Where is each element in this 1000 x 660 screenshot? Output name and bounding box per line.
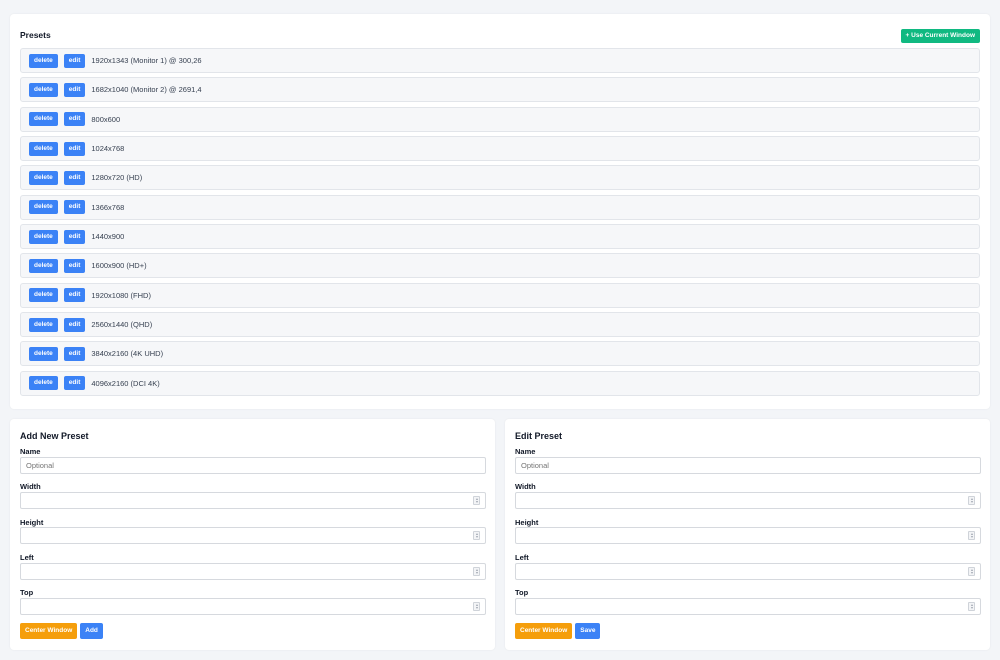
- add-left-spinner[interactable]: [473, 567, 480, 576]
- edit-height-label: Height: [515, 518, 539, 527]
- presets-title: Presets: [20, 30, 51, 40]
- preset-delete-button[interactable]: delete: [29, 346, 58, 361]
- preset-label: 1920x1343 (Monitor 1) @ 300,26: [91, 56, 202, 65]
- preset-delete-button[interactable]: delete: [29, 317, 58, 332]
- edit-preset-panel: Edit Preset Name Width Height Left Top C…: [505, 419, 990, 650]
- add-preset-button[interactable]: Add: [80, 623, 103, 639]
- add-form-actions: Center Window Add: [20, 623, 103, 639]
- add-name-label: Name: [20, 447, 41, 456]
- preset-label: 1920x1080 (FHD): [91, 290, 151, 300]
- preset-edit-button[interactable]: edit: [63, 53, 86, 68]
- preset-row: delete edit 1366x768: [20, 194, 980, 220]
- preset-edit-button[interactable]: edit: [63, 288, 86, 303]
- preset-list: delete edit 1920x1343 (Monitor 1) @ 300,26…: [20, 48, 980, 400]
- preset-label: 4096x2160 (DCI 4K): [91, 378, 160, 388]
- preset-edit-button[interactable]: edit: [63, 376, 86, 391]
- add-height-input[interactable]: [20, 527, 486, 544]
- add-width-input[interactable]: [20, 492, 486, 509]
- add-name-input[interactable]: [20, 457, 486, 474]
- preset-row: delete edit 1920x1343 (Monitor 1) @ 300,26: [20, 48, 980, 73]
- edit-form-actions: Center Window Save: [515, 623, 601, 639]
- preset-delete-button[interactable]: delete: [29, 170, 58, 185]
- edit-name-label: Name: [515, 447, 536, 456]
- preset-edit-button[interactable]: edit: [63, 200, 86, 215]
- preset-label: 1600x900 (HD+): [91, 261, 147, 271]
- preset-edit-button[interactable]: edit: [63, 112, 86, 127]
- add-width-spinner[interactable]: [473, 496, 480, 505]
- preset-label: 1366x768: [91, 202, 125, 212]
- preset-delete-button[interactable]: delete: [29, 200, 58, 215]
- edit-top-label: Top: [515, 588, 529, 597]
- preset-delete-button[interactable]: delete: [29, 258, 58, 273]
- edit-top-input[interactable]: [515, 598, 981, 615]
- preset-label: 1682x1040 (Monitor 2) @ 2691,4: [91, 85, 202, 95]
- preset-label: 3840x2160 (4K UHD): [91, 349, 164, 359]
- add-preset-panel: Add New Preset Name Width Height Left To…: [10, 419, 495, 650]
- add-height-label: Height: [20, 518, 44, 527]
- preset-edit-button[interactable]: edit: [63, 141, 86, 156]
- preset-row: delete edit 2560x1440 (QHD): [20, 312, 980, 338]
- preset-row: delete edit 1682x1040 (Monitor 2) @ 2691,4: [20, 77, 980, 103]
- preset-row: delete edit 1280x720 (HD): [20, 165, 980, 191]
- add-left-input[interactable]: [20, 563, 486, 580]
- edit-left-input[interactable]: [515, 563, 981, 580]
- add-width-label: Width: [20, 482, 41, 491]
- preset-row: delete edit 3840x2160 (4K UHD): [20, 341, 980, 367]
- edit-left-spinner[interactable]: [968, 567, 975, 576]
- preset-edit-button[interactable]: edit: [63, 346, 86, 361]
- edit-height-spinner[interactable]: [968, 531, 975, 540]
- add-height-spinner[interactable]: [473, 531, 480, 540]
- edit-width-spinner[interactable]: [968, 496, 975, 505]
- preset-label: 2560x1440 (QHD): [91, 320, 153, 330]
- edit-top-spinner[interactable]: [968, 602, 975, 611]
- edit-height-input[interactable]: [515, 527, 981, 544]
- preset-edit-button[interactable]: edit: [63, 317, 86, 332]
- save-preset-button[interactable]: Save: [575, 623, 601, 639]
- preset-label: 1440x900: [91, 232, 125, 242]
- use-current-window-button[interactable]: + Use Current Window: [900, 29, 980, 43]
- edit-preset-title: Edit Preset: [515, 431, 563, 441]
- preset-edit-button[interactable]: edit: [63, 82, 86, 97]
- preset-delete-button[interactable]: delete: [29, 53, 58, 68]
- preset-delete-button[interactable]: delete: [29, 82, 58, 97]
- preset-edit-button[interactable]: edit: [63, 258, 86, 273]
- preset-label: 800x600: [91, 114, 121, 124]
- preset-delete-button[interactable]: delete: [29, 229, 58, 244]
- preset-row: delete edit 800x600: [20, 106, 980, 132]
- preset-delete-button[interactable]: delete: [29, 288, 58, 303]
- preset-row: delete edit 1440x900: [20, 224, 980, 250]
- preset-edit-button[interactable]: edit: [63, 229, 86, 244]
- add-preset-title: Add New Preset: [20, 431, 89, 441]
- edit-center-window-button[interactable]: Center Window: [515, 623, 573, 639]
- edit-name-input[interactable]: [515, 457, 981, 474]
- edit-left-label: Left: [515, 553, 529, 562]
- add-top-label: Top: [20, 588, 34, 597]
- preset-label: 1280x720 (HD): [91, 173, 143, 183]
- preset-label: 1024x768: [91, 144, 125, 154]
- preset-row: delete edit 1600x900 (HD+): [20, 253, 980, 279]
- add-top-input[interactable]: [20, 598, 486, 615]
- add-top-spinner[interactable]: [473, 602, 480, 611]
- preset-row: delete edit 1920x1080 (FHD): [20, 282, 980, 308]
- presets-panel: Presets + Use Current Window delete edit 1…: [10, 14, 990, 409]
- add-left-label: Left: [20, 553, 34, 562]
- preset-delete-button[interactable]: delete: [29, 112, 58, 127]
- add-center-window-button[interactable]: Center Window: [20, 623, 78, 639]
- preset-row: delete edit 4096x2160 (DCI 4K): [20, 370, 980, 396]
- preset-edit-button[interactable]: edit: [63, 170, 86, 185]
- preset-delete-button[interactable]: delete: [29, 141, 58, 156]
- edit-width-label: Width: [515, 482, 536, 491]
- preset-delete-button[interactable]: delete: [29, 376, 58, 391]
- preset-row: delete edit 1024x768: [20, 136, 980, 162]
- edit-width-input[interactable]: [515, 492, 981, 509]
